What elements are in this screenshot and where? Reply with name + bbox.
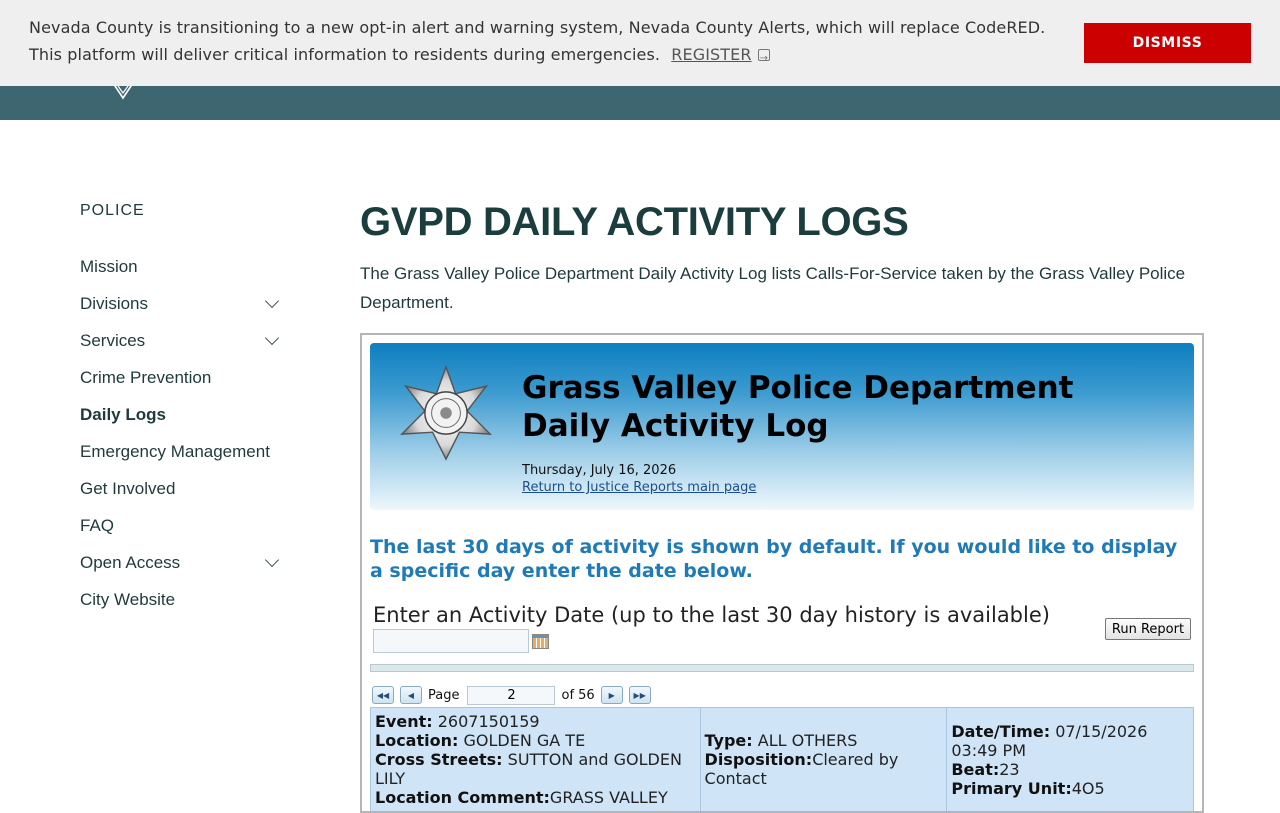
chevron-down-icon[interactable] [264, 552, 280, 567]
sidebar-item-label: Get Involved [80, 478, 176, 498]
sidebar-item-label: Crime Prevention [80, 367, 212, 387]
report-title-line1: Grass Valley Police Department [522, 370, 1074, 406]
record-disposition: Disposition:Cleared by Contact [705, 750, 943, 788]
sidebar-heading[interactable]: POLICE [80, 202, 285, 220]
page-title: GVPD DAILY ACTIVITY LOGS [360, 200, 909, 244]
report-title: Grass Valley Police Department Daily Act… [522, 369, 1074, 445]
chevron-down-icon[interactable] [264, 293, 280, 308]
alert-banner: Nevada County is transitioning to a new … [0, 0, 1280, 86]
police-badge-icon [399, 365, 493, 461]
page-intro: The Grass Valley Police Department Daily… [360, 264, 1186, 312]
sidebar-item-crime-prevention[interactable]: Crime Prevention [80, 359, 285, 396]
pager: ◀◀ ◀ Page of 56 ▶ ▶▶ [372, 684, 657, 706]
sidebar-item-label: Open Access [80, 552, 181, 572]
register-link-label: REGISTER [671, 45, 752, 64]
sidebar-item-get-involved[interactable]: Get Involved [80, 470, 285, 507]
event-value: 2607150159 [437, 712, 540, 731]
cross-streets-label: Cross Streets: [375, 750, 503, 769]
primary-unit-value: 4O5 [1071, 778, 1105, 798]
beat-value: 23 [999, 759, 1020, 779]
activity-date-label: Enter an Activity Date (up to the last 3… [373, 603, 1050, 627]
sidebar-item-services[interactable]: Services [80, 322, 285, 359]
previous-page-button[interactable]: ◀ [400, 686, 422, 704]
report-header: Grass Valley Police Department Daily Act… [370, 343, 1194, 510]
record-event-cell: Event: 2607150159 Location: GOLDEN GA TE… [370, 707, 701, 811]
alert-message: Nevada County is transitioning to a new … [29, 14, 1079, 72]
location-comment-label: Location Comment: [375, 788, 550, 807]
beat-label: Beat: [951, 759, 1000, 779]
external-link-icon [757, 45, 770, 72]
sidebar-item-label: City Website [80, 589, 176, 609]
run-report-button[interactable]: Run Report [1105, 618, 1191, 640]
page-label: Page [428, 687, 460, 703]
sidebar-nav: POLICE Mission Divisions Services Crime … [80, 200, 285, 618]
datetime-label: Date/Time: [951, 721, 1051, 741]
record-cross-streets: Cross Streets: SUTTON and GOLDEN LILY [375, 750, 696, 788]
activity-date-input[interactable] [373, 629, 529, 653]
next-page-button[interactable]: ▶ [600, 686, 623, 704]
record-type-cell: Type: ALL OTHERS Disposition:Cleared by … [699, 707, 948, 811]
first-page-button[interactable]: ◀◀ [372, 686, 394, 704]
event-label: Event: [375, 712, 433, 731]
location-label: Location: [375, 731, 459, 750]
sidebar-item-label: Services [80, 330, 146, 350]
record-location: Location: GOLDEN GA TE [375, 731, 696, 750]
table-row: Event: 2607150159 Location: GOLDEN GA TE… [370, 707, 1194, 811]
sidebar-item-label: Emergency Management [80, 441, 270, 461]
activity-record: Event: 2607150159 Location: GOLDEN GA TE… [370, 707, 1194, 811]
sidebar-item-mission[interactable]: Mission [80, 248, 285, 285]
sidebar-item-city-website[interactable]: City Website [80, 581, 285, 618]
report-date: Thursday, July 16, 2026 [522, 463, 677, 478]
record-datetime-cell: Date/Time: 07/15/2026 03:49 PM Beat:23 P… [946, 707, 1194, 811]
type-label: Type: [704, 731, 753, 750]
alert-message-text: Nevada County is transitioning to a new … [29, 18, 1046, 64]
sidebar-item-open-access[interactable]: Open Access [80, 544, 285, 581]
sidebar-item-label: Daily Logs [80, 404, 166, 424]
sidebar-item-daily-logs[interactable]: Daily Logs [80, 396, 285, 433]
type-value: ALL OTHERS [757, 731, 858, 750]
page-total: of 56 [561, 687, 595, 703]
report-frame: Grass Valley Police Department Daily Act… [360, 333, 1204, 813]
sidebar-item-faq[interactable]: FAQ [80, 507, 285, 544]
location-comment-value: GRASS VALLEY [549, 788, 668, 807]
record-event: Event: 2607150159 [375, 712, 696, 731]
sidebar-item-divisions[interactable]: Divisions [80, 285, 285, 322]
default-range-notice: The last 30 days of activity is shown by… [370, 536, 1178, 582]
calendar-icon[interactable] [532, 634, 549, 649]
sidebar-item-label: Mission [80, 256, 138, 276]
record-type: Type: ALL OTHERS [705, 731, 943, 750]
dismiss-button[interactable]: DISMISS [1084, 23, 1251, 63]
record-datetime: Date/Time: 07/15/2026 03:49 PM [951, 722, 1189, 760]
record-location-comment: Location Comment:GRASS VALLEY [375, 788, 696, 807]
last-page-button[interactable]: ▶▶ [628, 686, 651, 704]
record-beat: Beat:23 [951, 760, 1189, 779]
chevron-down-icon[interactable] [264, 330, 280, 345]
disposition-label: Disposition: [704, 750, 813, 769]
sidebar-item-emergency-management[interactable]: Emergency Management [80, 433, 285, 470]
separator-bar [370, 664, 1194, 672]
page-number-input[interactable] [467, 685, 556, 705]
return-to-reports-link[interactable]: Return to Justice Reports main page [522, 480, 756, 495]
register-link[interactable]: REGISTER [671, 45, 751, 64]
report-title-line2: Daily Activity Log [522, 408, 829, 444]
location-value: GOLDEN GA TE [463, 731, 586, 750]
sidebar-item-label: Divisions [80, 293, 149, 313]
sidebar-item-label: FAQ [80, 515, 115, 535]
primary-unit-label: Primary Unit: [951, 778, 1072, 798]
record-primary-unit: Primary Unit:4O5 [951, 779, 1189, 798]
